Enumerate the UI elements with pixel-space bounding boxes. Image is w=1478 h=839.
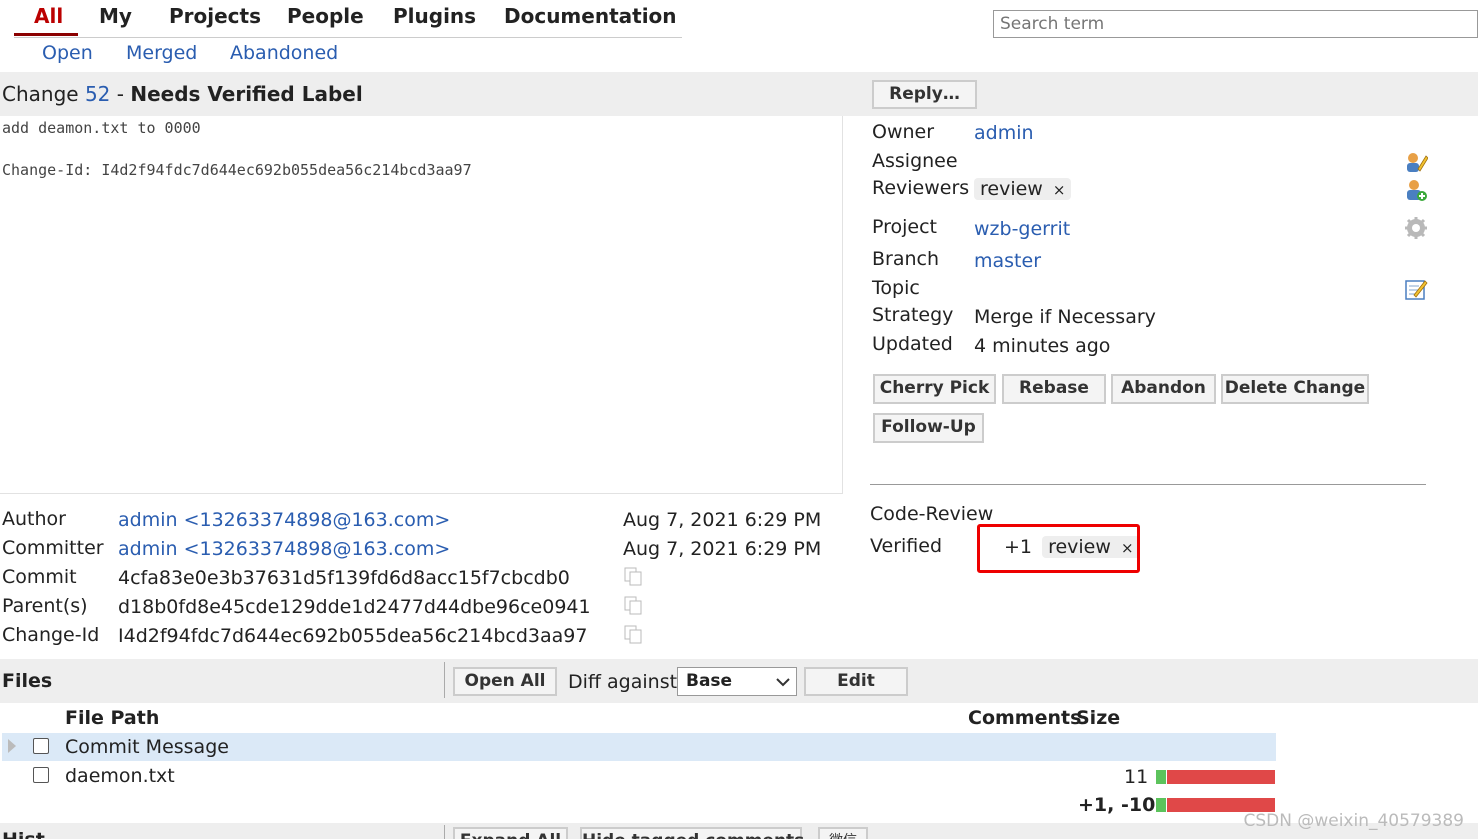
col-file-path: File Path bbox=[65, 707, 160, 729]
tab-plugins[interactable]: Plugins bbox=[393, 4, 476, 28]
total-delta: +1, -10 bbox=[1078, 794, 1156, 816]
code-review-label: Code-Review bbox=[870, 503, 994, 525]
tab-documentation[interactable]: Documentation bbox=[504, 4, 677, 28]
change-id-value: I4d2f94fdc7d644ec692b055dea56c214bcd3aa9… bbox=[118, 625, 588, 647]
expand-arrow-icon[interactable] bbox=[6, 738, 18, 754]
change-status: Needs Verified Label bbox=[130, 82, 363, 106]
committer-link[interactable]: admin <13263374898@163.com> bbox=[118, 538, 450, 560]
tab-projects[interactable]: Projects bbox=[169, 4, 261, 28]
title-separator: - bbox=[116, 82, 124, 106]
tab-people[interactable]: People bbox=[287, 4, 364, 28]
remove-reviewer-icon[interactable]: × bbox=[1053, 181, 1066, 199]
committer-label: Committer bbox=[2, 537, 104, 559]
history-divider bbox=[444, 825, 445, 839]
parent-label: Parent(s) bbox=[2, 595, 88, 617]
watermark: CSDN @weixin_40579389 bbox=[1243, 811, 1464, 831]
project-link[interactable]: wzb-gerrit bbox=[974, 218, 1070, 240]
expand-all-button[interactable]: Expand All bbox=[453, 827, 568, 839]
assignee-label: Assignee bbox=[872, 150, 958, 172]
edit-topic-icon[interactable] bbox=[1404, 277, 1428, 301]
verified-label: Verified bbox=[870, 535, 943, 557]
file-checkbox[interactable] bbox=[33, 738, 49, 754]
copy-commit-icon[interactable] bbox=[623, 566, 643, 586]
reviewer-name: review bbox=[980, 178, 1043, 200]
active-tab-indicator bbox=[14, 33, 78, 36]
diff-base-value: Base bbox=[686, 671, 733, 691]
file-path-link[interactable]: Commit Message bbox=[65, 736, 229, 758]
branch-link[interactable]: master bbox=[974, 250, 1041, 272]
file-path-link[interactable]: daemon.txt bbox=[65, 765, 175, 787]
tab-my[interactable]: My bbox=[99, 4, 132, 28]
author-label: Author bbox=[2, 508, 66, 530]
commit-label: Commit bbox=[2, 566, 77, 588]
message-line-2: Change-Id: I4d2f94fdc7d644ec692b055dea56… bbox=[2, 161, 472, 179]
edit-button[interactable]: Edit bbox=[804, 667, 908, 696]
commit-hash: 4cfa83e0e3b37631d5f139fd6d8acc15f7cbcdb0 bbox=[118, 567, 570, 589]
abandon-button[interactable]: Abandon bbox=[1111, 374, 1216, 404]
message-bottom-border bbox=[0, 493, 843, 494]
copy-change-id-icon[interactable] bbox=[623, 624, 643, 644]
strategy-label: Strategy bbox=[872, 304, 954, 326]
total-removed-bar bbox=[1167, 798, 1275, 812]
added-lines-bar bbox=[1156, 770, 1166, 784]
commit-message: add deamon.txt to 0000 Change-Id: I4d2f9… bbox=[2, 118, 472, 181]
labels-separator bbox=[870, 484, 1426, 485]
committer-date: Aug 7, 2021 6:29 PM bbox=[623, 538, 822, 560]
updated-label: Updated bbox=[872, 333, 953, 355]
copy-parent-icon[interactable] bbox=[623, 595, 643, 615]
strategy-value: Merge if Necessary bbox=[974, 306, 1156, 328]
author-link[interactable]: admin <13263374898@163.com> bbox=[118, 509, 450, 531]
updated-value: 4 minutes ago bbox=[974, 335, 1111, 357]
files-title: Files bbox=[2, 670, 53, 692]
diff-base-select[interactable]: Base bbox=[677, 667, 797, 696]
col-comments: Comments bbox=[968, 707, 1082, 729]
change-id-label: Change-Id bbox=[2, 624, 100, 646]
delete-change-button[interactable]: Delete Change bbox=[1221, 374, 1369, 404]
diff-against-label: Diff against: bbox=[568, 671, 684, 693]
settings-gear-icon[interactable] bbox=[1404, 216, 1428, 240]
branch-label: Branch bbox=[872, 248, 940, 270]
file-checkbox[interactable] bbox=[33, 767, 49, 783]
message-line-1: add deamon.txt to 0000 bbox=[2, 119, 201, 137]
add-reviewer-icon[interactable] bbox=[1404, 178, 1428, 202]
owner-label: Owner bbox=[872, 121, 935, 143]
highlight-box bbox=[977, 524, 1140, 573]
subtab-abandoned[interactable]: Abandoned bbox=[230, 42, 338, 64]
removed-lines-bar bbox=[1167, 770, 1275, 784]
follow-up-button[interactable]: Follow-Up bbox=[873, 413, 984, 443]
change-prefix: Change bbox=[2, 82, 79, 106]
chevron-down-icon bbox=[776, 678, 790, 687]
file-size: 11 bbox=[1124, 766, 1149, 788]
cherry-pick-button[interactable]: Cherry Pick bbox=[873, 374, 996, 404]
history-title: Hist bbox=[2, 829, 45, 839]
search-input[interactable] bbox=[993, 10, 1478, 38]
reviewer-chip: review × bbox=[974, 178, 1072, 200]
extra-button[interactable]: 微信 bbox=[818, 827, 868, 839]
reviewers-label: Reviewers bbox=[872, 177, 970, 199]
col-size: Size bbox=[1076, 707, 1121, 729]
total-added-bar bbox=[1156, 798, 1166, 812]
project-label: Project bbox=[872, 216, 938, 238]
message-divider bbox=[842, 116, 843, 494]
author-date: Aug 7, 2021 6:29 PM bbox=[623, 509, 822, 531]
change-number-link[interactable]: 52 bbox=[85, 82, 110, 106]
reply-button[interactable]: Reply… bbox=[872, 80, 977, 109]
nav-divider bbox=[14, 37, 682, 38]
topic-label: Topic bbox=[872, 277, 920, 299]
subtab-open[interactable]: Open bbox=[42, 42, 93, 64]
page-title: Change 52 - Needs Verified Label bbox=[2, 82, 363, 106]
rebase-button[interactable]: Rebase bbox=[1002, 374, 1106, 404]
owner-link[interactable]: admin bbox=[974, 122, 1034, 144]
parent-hash: d18b0fd8e45cde129dde1d2477d44dbe96ce0941 bbox=[118, 596, 591, 618]
subtab-merged[interactable]: Merged bbox=[126, 42, 197, 64]
open-all-button[interactable]: Open All bbox=[453, 667, 557, 696]
hide-tagged-button[interactable]: Hide tagged comments bbox=[580, 827, 804, 839]
tab-all[interactable]: All bbox=[34, 4, 63, 28]
edit-assignee-icon[interactable] bbox=[1404, 150, 1428, 174]
files-divider bbox=[444, 662, 445, 698]
